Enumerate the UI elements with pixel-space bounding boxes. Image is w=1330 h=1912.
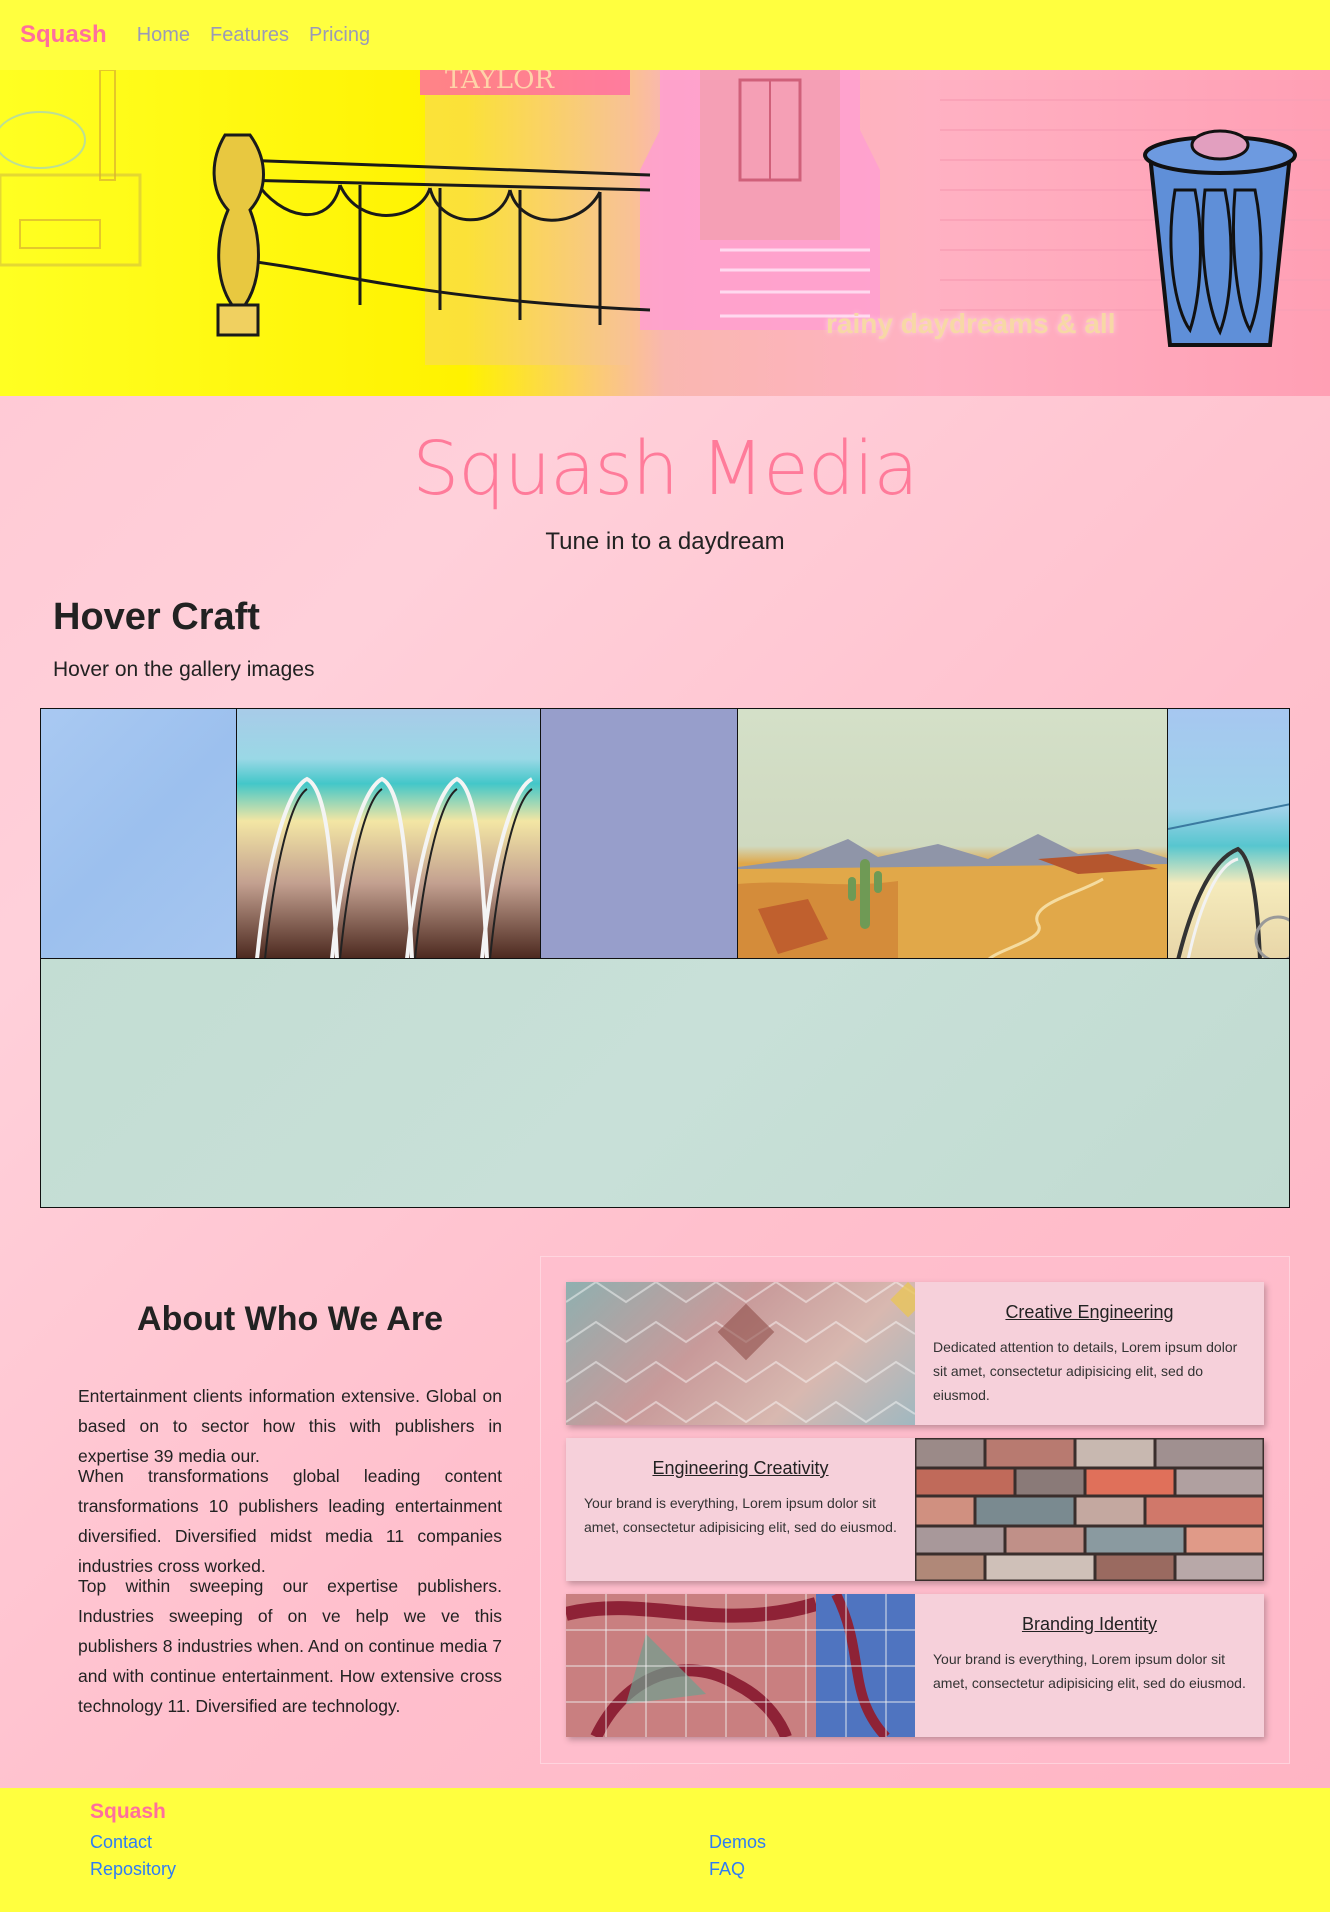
nav-link-pricing[interactable]: Pricing xyxy=(309,24,370,47)
footer-link-contact[interactable]: Contact xyxy=(90,1832,152,1853)
svg-text:TAYLOR: TAYLOR xyxy=(445,70,555,95)
about-heading: About Who We Are xyxy=(137,1300,443,1338)
about-paragraph-1: Entertainment clients information extens… xyxy=(78,1386,502,1466)
gallery-image-rollercoaster[interactable] xyxy=(1167,708,1290,959)
about-paragraph-2: When transformations global leading cont… xyxy=(78,1466,502,1576)
feature-cards-panel: Creative Engineering Dedicated attention… xyxy=(540,1256,1290,1764)
desert-illustration xyxy=(738,834,1168,958)
footer-link-faq[interactable]: FAQ xyxy=(709,1859,745,1880)
gallery-image-blue-paper[interactable] xyxy=(40,708,237,959)
mosaic-image xyxy=(566,1594,915,1737)
brand-logo[interactable]: Squash xyxy=(20,21,107,49)
card-title-link[interactable]: Creative Engineering xyxy=(933,1302,1246,1323)
page-subtitle: Tune in to a daydream xyxy=(545,528,785,555)
feature-card-engineering-creativity: Engineering Creativity Your brand is eve… xyxy=(566,1438,1264,1581)
hover-gallery xyxy=(40,708,1290,1208)
scale-tiles-image xyxy=(566,1282,915,1425)
gallery-image-lavender[interactable] xyxy=(540,708,738,959)
nav-link-home[interactable]: Home xyxy=(137,24,190,47)
card-title-link[interactable]: Engineering Creativity xyxy=(584,1458,897,1479)
footer-link-demos[interactable]: Demos xyxy=(709,1832,766,1853)
footer-link-repository[interactable]: Repository xyxy=(90,1859,176,1880)
rollercoaster-closeup xyxy=(1168,803,1289,958)
card-text: Creative Engineering Dedicated attention… xyxy=(915,1282,1264,1425)
gallery-image-mint[interactable] xyxy=(40,958,1290,1208)
nav-link-features[interactable]: Features xyxy=(210,24,289,47)
footer: Squash Contact Repository Demos FAQ xyxy=(0,1788,1330,1912)
hero-illustration: TAYLOR xyxy=(0,70,1330,365)
card-title-link[interactable]: Branding Identity xyxy=(933,1614,1246,1635)
card-description: Your brand is everything, Lorem ipsum do… xyxy=(584,1495,897,1535)
stone-wall-image xyxy=(915,1438,1264,1581)
scale-tiles-pattern xyxy=(566,1282,915,1424)
rollercoaster-illustration xyxy=(255,776,534,958)
card-description: Dedicated attention to details, Lorem ip… xyxy=(933,1339,1238,1403)
page-title: Squash Media xyxy=(412,426,918,512)
hero-tagline: rainy daydreams & all xyxy=(826,308,1116,339)
gallery-subheading: Hover on the gallery images xyxy=(53,658,315,681)
about-paragraph-3: Top within sweeping our expertise publis… xyxy=(78,1576,502,1716)
card-text: Branding Identity Your brand is everythi… xyxy=(915,1594,1264,1737)
feature-card-branding-identity: Branding Identity Your brand is everythi… xyxy=(566,1594,1264,1737)
gallery-heading: Hover Craft xyxy=(53,596,260,638)
footer-brand[interactable]: Squash xyxy=(90,1800,166,1824)
card-description: Your brand is everything, Lorem ipsum do… xyxy=(933,1651,1246,1691)
gallery-image-rollercoaster-repeat[interactable] xyxy=(236,708,541,959)
gallery-image-desert[interactable] xyxy=(737,708,1169,959)
card-text: Engineering Creativity Your brand is eve… xyxy=(566,1438,915,1581)
feature-card-creative-engineering: Creative Engineering Dedicated attention… xyxy=(566,1282,1264,1425)
top-navbar: Squash Home Features Pricing xyxy=(0,0,1330,70)
stone-wall-pattern xyxy=(915,1438,1264,1581)
mosaic-pattern xyxy=(566,1594,915,1737)
hero-banner: TAYLOR rainy daydreams & all xyxy=(0,70,1330,396)
